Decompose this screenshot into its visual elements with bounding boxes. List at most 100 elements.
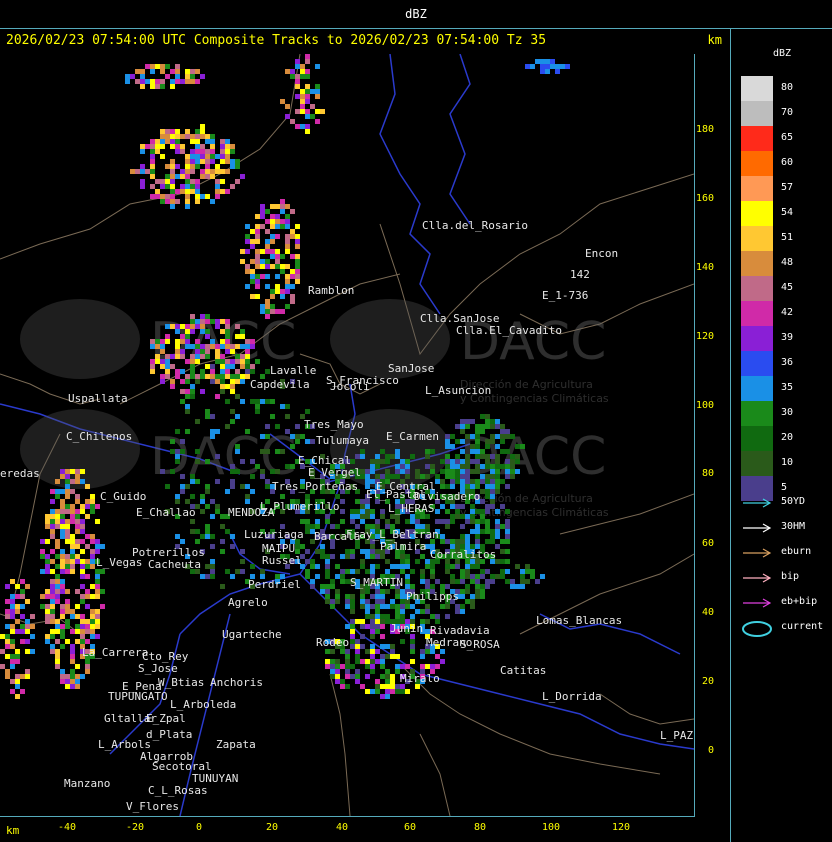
header-timestamp: 2026/02/23 07:54:00 UTC Composite Tracks… — [6, 33, 547, 48]
colorbar-label: 42 — [781, 307, 794, 318]
track-legend-label: eb+bip — [781, 596, 818, 607]
place-label: Encon — [585, 247, 618, 260]
x-tick-label: 120 — [612, 822, 631, 833]
place-label: C_Chilenos — [66, 430, 132, 443]
track-legend-label: eburn — [781, 546, 812, 557]
y-tick-label: 180 — [695, 124, 714, 135]
place-label: Miralo — [400, 672, 440, 685]
colorbar-cell: 35 — [741, 376, 793, 401]
y-tick-label: 140 — [695, 262, 714, 273]
y-tick-label: 160 — [695, 193, 714, 204]
colorbar-cell: 45 — [741, 276, 793, 301]
y-tick-label: 120 — [695, 331, 714, 342]
place-label: Uspallata — [68, 392, 128, 405]
colorbar-label: 39 — [781, 332, 794, 343]
legend-panel: dBZ 80 70 65 60 57 54 51 48 45 42 39 36 35 30 20 10 5 50… — [730, 28, 832, 842]
track-legend-item: eb+bip — [741, 594, 832, 612]
colorbar-cell: 42 — [741, 301, 793, 326]
y-tick-label: 80 — [701, 468, 714, 479]
arrow-icon — [743, 598, 772, 608]
place-label: Fray_L_Beltran — [346, 528, 439, 541]
place-label: Luzuriaga — [244, 528, 304, 541]
colorbar-label: 54 — [781, 207, 794, 218]
track-legend-item: 30HM — [741, 519, 832, 537]
x-tick-label: 60 — [404, 822, 417, 833]
colorbar-label: 20 — [781, 432, 794, 443]
place-label: E_Vergel — [308, 466, 361, 479]
ellipse-icon — [742, 621, 772, 637]
arrow-icon — [743, 523, 772, 533]
colorbar-cell: 20 — [741, 426, 793, 451]
y-tick-label: 60 — [701, 538, 714, 549]
place-label: El_Pastal — [366, 488, 426, 501]
x-axis: km -40 -20 0 20 40 60 80 100 120 — [0, 818, 730, 842]
place-label: S_Jose — [138, 662, 178, 675]
radar-canvas[interactable]: DACC DACC Dirección de Agricultura y Con… — [0, 54, 694, 816]
colorbar-label: 60 — [781, 157, 794, 168]
colorbar-cell: 60 — [741, 151, 793, 176]
place-label: Tres_Mayo — [304, 418, 364, 431]
title-text: dBZ — [405, 7, 427, 21]
x-tick-label: -20 — [126, 822, 145, 833]
place-label: Agrelo — [228, 596, 268, 609]
colorbar-label: 36 — [781, 357, 794, 368]
colorbar-label: 65 — [781, 132, 794, 143]
place-label: Tres_Porteñas — [272, 480, 358, 493]
place-label: Ugarteche — [222, 628, 282, 641]
place-label: La_Carrera — [82, 646, 148, 659]
colorbar-label: 57 — [781, 182, 794, 193]
place-label: E_Challao — [136, 506, 196, 519]
place-label: C_L_Rosas — [148, 784, 208, 797]
place-label: eredas — [0, 467, 40, 480]
place-label: 142 — [570, 268, 590, 281]
y-tick-label: 0 — [707, 745, 714, 756]
track-legend-item: eburn — [741, 544, 832, 562]
header-unit: km — [707, 33, 722, 47]
place-label: E_1-736 — [542, 289, 588, 302]
header-bar: 2026/02/23 07:54:00 UTC Composite Tracks… — [0, 29, 730, 53]
place-label: Lomas_Blancas — [536, 614, 622, 627]
place-label: E_Carmen — [386, 430, 439, 443]
place-label: SanJose — [388, 362, 434, 375]
track-legend-item: 50YD — [741, 494, 832, 512]
colorbar-cell: 48 — [741, 251, 793, 276]
y-tick-label: 100 — [695, 400, 714, 411]
place-label: Zapata — [216, 738, 256, 751]
place-label: Catitas — [500, 664, 546, 677]
colorbar-label: 48 — [781, 257, 794, 268]
place-label: E_Zpal — [146, 712, 186, 725]
place-label: W_Btias — [158, 676, 204, 689]
arrow-icon — [743, 573, 772, 583]
place-label: d_Plata — [146, 728, 192, 741]
colorbar-label: 35 — [781, 382, 794, 393]
place-label: Clla.del_Rosario — [422, 219, 528, 232]
place-label: Cacheuta — [148, 558, 201, 571]
track-legend-item: current — [741, 619, 832, 637]
colorbar-cell: 36 — [741, 351, 793, 376]
colorbar-label: 10 — [781, 457, 794, 468]
legend-title: dBZ — [773, 48, 792, 59]
x-tick-label: 0 — [196, 822, 203, 833]
track-legend-label: 30HM — [781, 521, 806, 532]
place-label: V_Flores — [126, 800, 179, 813]
place-label: S_MARTIN — [350, 576, 403, 589]
arrow-icon — [743, 548, 772, 558]
place-label: Anchoris — [210, 676, 263, 689]
colorbar-label: 70 — [781, 107, 794, 118]
x-tick-label: 40 — [336, 822, 349, 833]
colorbar-cell: 30 — [741, 401, 793, 426]
colorbar-label: 30 — [781, 407, 794, 418]
watermark-brand-3: DACC — [150, 427, 296, 487]
dbz-colorbar: 80 70 65 60 57 54 51 48 45 42 39 36 35 30 20 10 5 — [741, 76, 793, 501]
colorbar-cell: 10 — [741, 451, 793, 476]
x-tick-label: 20 — [266, 822, 279, 833]
colorbar-cell: 57 — [741, 176, 793, 201]
place-label: Russel — [262, 554, 302, 567]
colorbar-label: 80 — [781, 82, 794, 93]
colorbar-cell: 39 — [741, 326, 793, 351]
place-label: Clla.El_Cavadito — [456, 324, 562, 337]
colorbar-cell: 70 — [741, 101, 793, 126]
place-label: Manzano — [64, 777, 110, 790]
radar-map[interactable]: DACC DACC Dirección de Agricultura y Con… — [0, 54, 695, 817]
x-tick-label: -40 — [58, 822, 77, 833]
